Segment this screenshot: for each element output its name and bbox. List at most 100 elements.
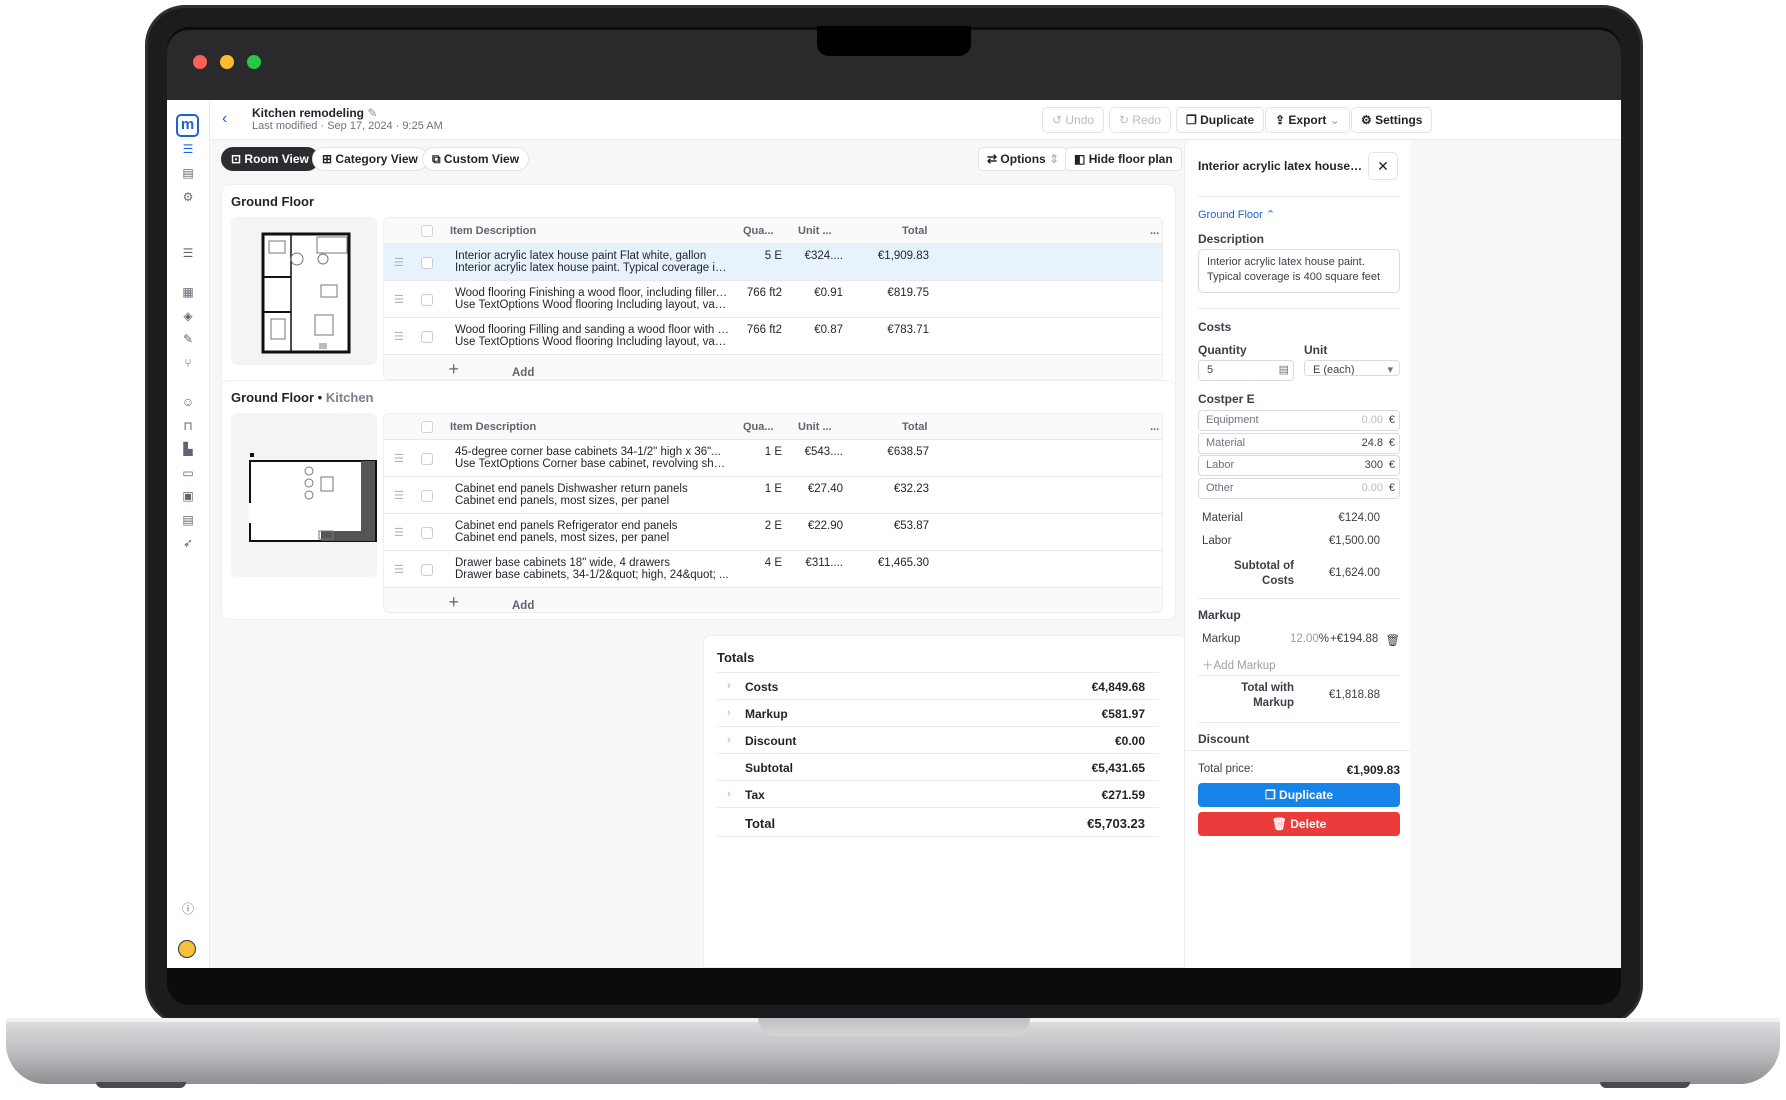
tab-custom-view[interactable]: ⧉ Custom View	[422, 147, 530, 171]
calculator-icon[interactable]: ▣	[180, 489, 196, 503]
estimate-list-icon[interactable]: ☰	[180, 142, 196, 156]
gear-icon[interactable]: ⚙	[180, 190, 196, 204]
drag-handle-icon[interactable]: ☰	[394, 452, 404, 465]
people-icon[interactable]: ☺	[180, 395, 196, 409]
trash-icon[interactable]: 🗑	[1385, 633, 1400, 647]
markup-percent-input[interactable]: 12.00%	[1290, 633, 1329, 645]
column-unit[interactable]: Unit ...	[798, 421, 832, 433]
pencil-icon[interactable]: ✎	[367, 106, 377, 120]
add-item-button[interactable]: ＋ Add	[384, 355, 1162, 379]
panel-duplicate-label: Duplicate	[1279, 788, 1334, 802]
add-item-label: Add	[512, 600, 535, 612]
sofa-icon[interactable]: ⊓	[180, 419, 196, 433]
item-description: Drawer base cabinets, 34-1/2&quot; high,…	[455, 569, 729, 581]
table-row[interactable]: ☰ Interior acrylic latex house paint Flat…	[384, 244, 1162, 281]
column-total[interactable]: Total	[902, 421, 927, 433]
row-checkbox[interactable]	[421, 453, 433, 465]
undo-button[interactable]: ↺ Undo	[1042, 107, 1105, 133]
column-description[interactable]: Item Description	[450, 421, 536, 433]
id-card-icon[interactable]: ▤	[180, 513, 196, 527]
quantity-input[interactable]: 5 ▤	[1198, 360, 1294, 381]
chart-icon[interactable]: ▙	[180, 442, 196, 456]
help-icon[interactable]: ⓘ	[180, 902, 196, 916]
column-description[interactable]: Item Description	[450, 225, 536, 237]
back-chevron-icon[interactable]: ‹	[222, 110, 227, 128]
table-row[interactable]: ☰ Wood flooring Finishing a wood floor, i…	[384, 281, 1162, 318]
checklist-icon[interactable]: ☰	[180, 246, 196, 260]
chevron-right-icon: ›	[727, 788, 731, 800]
panel-delete-button[interactable]: 🗑 Delete	[1198, 812, 1400, 836]
table-header: Item Description Qua... Unit ... Total .…	[384, 414, 1162, 440]
duplicate-button[interactable]: ❐ Duplicate	[1176, 107, 1265, 133]
drag-handle-icon[interactable]: ☰	[394, 563, 404, 576]
column-quantity[interactable]: Qua...	[743, 421, 774, 433]
calculator-icon[interactable]: ▤	[1279, 361, 1289, 380]
document-title[interactable]: Kitchen remodeling ✎	[252, 106, 377, 120]
grid-icon[interactable]: ▦	[180, 285, 196, 299]
table-row[interactable]: ☰ Cabinet end panels Refrigerator end pan…	[384, 514, 1162, 551]
drag-handle-icon[interactable]: ☰	[394, 489, 404, 502]
drag-handle-icon[interactable]: ☰	[394, 330, 404, 343]
column-unit[interactable]: Unit ...	[798, 225, 832, 237]
table-row[interactable]: ☰ Cabinet end panels Dishwasher return pa…	[384, 477, 1162, 514]
floor-plan-thumbnail[interactable]	[231, 217, 377, 365]
description-textarea[interactable]: Interior acrylic latex house paint. Typi…	[1198, 249, 1400, 293]
user-avatar[interactable]	[178, 940, 196, 958]
cost-input-equipment[interactable]: Equipment 0.00 €	[1198, 410, 1400, 431]
column-more-icon[interactable]: ...	[1150, 225, 1159, 237]
totals-row-subtotal: Subtotal €5,431.65	[717, 753, 1159, 780]
close-icon[interactable]: ✕	[1368, 152, 1398, 180]
cube-icon[interactable]: ◈	[180, 309, 196, 323]
totals-row-discount[interactable]: › Discount €0.00	[717, 726, 1159, 753]
options-button[interactable]: ⇄ Options ⇕	[978, 147, 1069, 171]
totals-row-costs[interactable]: › Costs €4,849.68	[717, 672, 1159, 699]
cost-input-other[interactable]: Other 0.00 €	[1198, 477, 1400, 499]
add-item-button[interactable]: ＋ Add	[384, 588, 1162, 612]
floor-plan-thumbnail[interactable]	[231, 413, 377, 577]
chair-icon[interactable]: ⑂	[180, 356, 196, 370]
window-zoom-dot[interactable]	[247, 55, 261, 69]
card-icon[interactable]: ▭	[180, 466, 196, 480]
table-icon[interactable]: ▤	[180, 166, 196, 180]
rocket-icon[interactable]: ➶	[180, 536, 196, 550]
row-checkbox[interactable]	[421, 294, 433, 306]
select-all-checkbox[interactable]	[421, 421, 433, 433]
panel-duplicate-button[interactable]: ❐ Duplicate	[1198, 783, 1400, 807]
row-checkbox[interactable]	[421, 331, 433, 343]
totals-row-value: €581.97	[1101, 707, 1145, 721]
totals-row-tax[interactable]: › Tax €271.59	[717, 780, 1159, 807]
hide-floor-plan-button[interactable]: ◧ Hide floor plan	[1065, 147, 1182, 171]
row-checkbox[interactable]	[421, 527, 433, 539]
section-ground-floor-kitchen: Ground Floor • Kitchen Item Description …	[221, 380, 1176, 620]
cost-input-material[interactable]: Material 24.8 €	[1198, 432, 1400, 454]
column-quantity[interactable]: Qua...	[743, 225, 774, 237]
panel-breadcrumb[interactable]: Ground Floor ⌃	[1198, 208, 1275, 221]
drag-handle-icon[interactable]: ☰	[394, 526, 404, 539]
totals-row-markup[interactable]: › Markup €581.97	[717, 699, 1159, 726]
window-close-dot[interactable]	[193, 55, 207, 69]
row-checkbox[interactable]	[421, 490, 433, 502]
select-all-checkbox[interactable]	[421, 225, 433, 237]
cost-input-labor[interactable]: Labor 300 €	[1198, 455, 1400, 476]
tab-category-view[interactable]: ⊞ Category View	[312, 147, 428, 171]
table-row[interactable]: ☰ Drawer base cabinets 18" wide, 4 drawer…	[384, 551, 1162, 588]
window-minimize-dot[interactable]	[220, 55, 234, 69]
row-checkbox[interactable]	[421, 564, 433, 576]
tab-room-view[interactable]: ⊡ Room View	[221, 147, 319, 171]
drag-handle-icon[interactable]: ☰	[394, 256, 404, 269]
row-checkbox[interactable]	[421, 257, 433, 269]
column-more-icon[interactable]: ...	[1150, 421, 1159, 433]
column-total[interactable]: Total	[902, 225, 927, 237]
duplicate-label: Duplicate	[1200, 113, 1255, 127]
table-row[interactable]: ☰ Wood flooring Filling and sanding a woo…	[384, 318, 1162, 355]
redo-button[interactable]: ↻ Redo	[1109, 107, 1172, 133]
add-markup-button[interactable]: ＋Add Markup	[1202, 657, 1400, 672]
drag-handle-icon[interactable]: ☰	[394, 293, 404, 306]
edit-icon[interactable]: ✎	[180, 332, 196, 346]
table-row[interactable]: ☰ 45-degree corner base cabinets 34-1/2" …	[384, 440, 1162, 477]
chevron-updown-icon: ⇕	[1049, 152, 1060, 166]
unit-select[interactable]: E (each) ▾	[1304, 360, 1400, 376]
export-button[interactable]: ⇪ Export ⌄	[1265, 107, 1350, 133]
app-logo[interactable]: m	[176, 114, 199, 137]
settings-button[interactable]: ⚙ Settings	[1351, 107, 1433, 133]
